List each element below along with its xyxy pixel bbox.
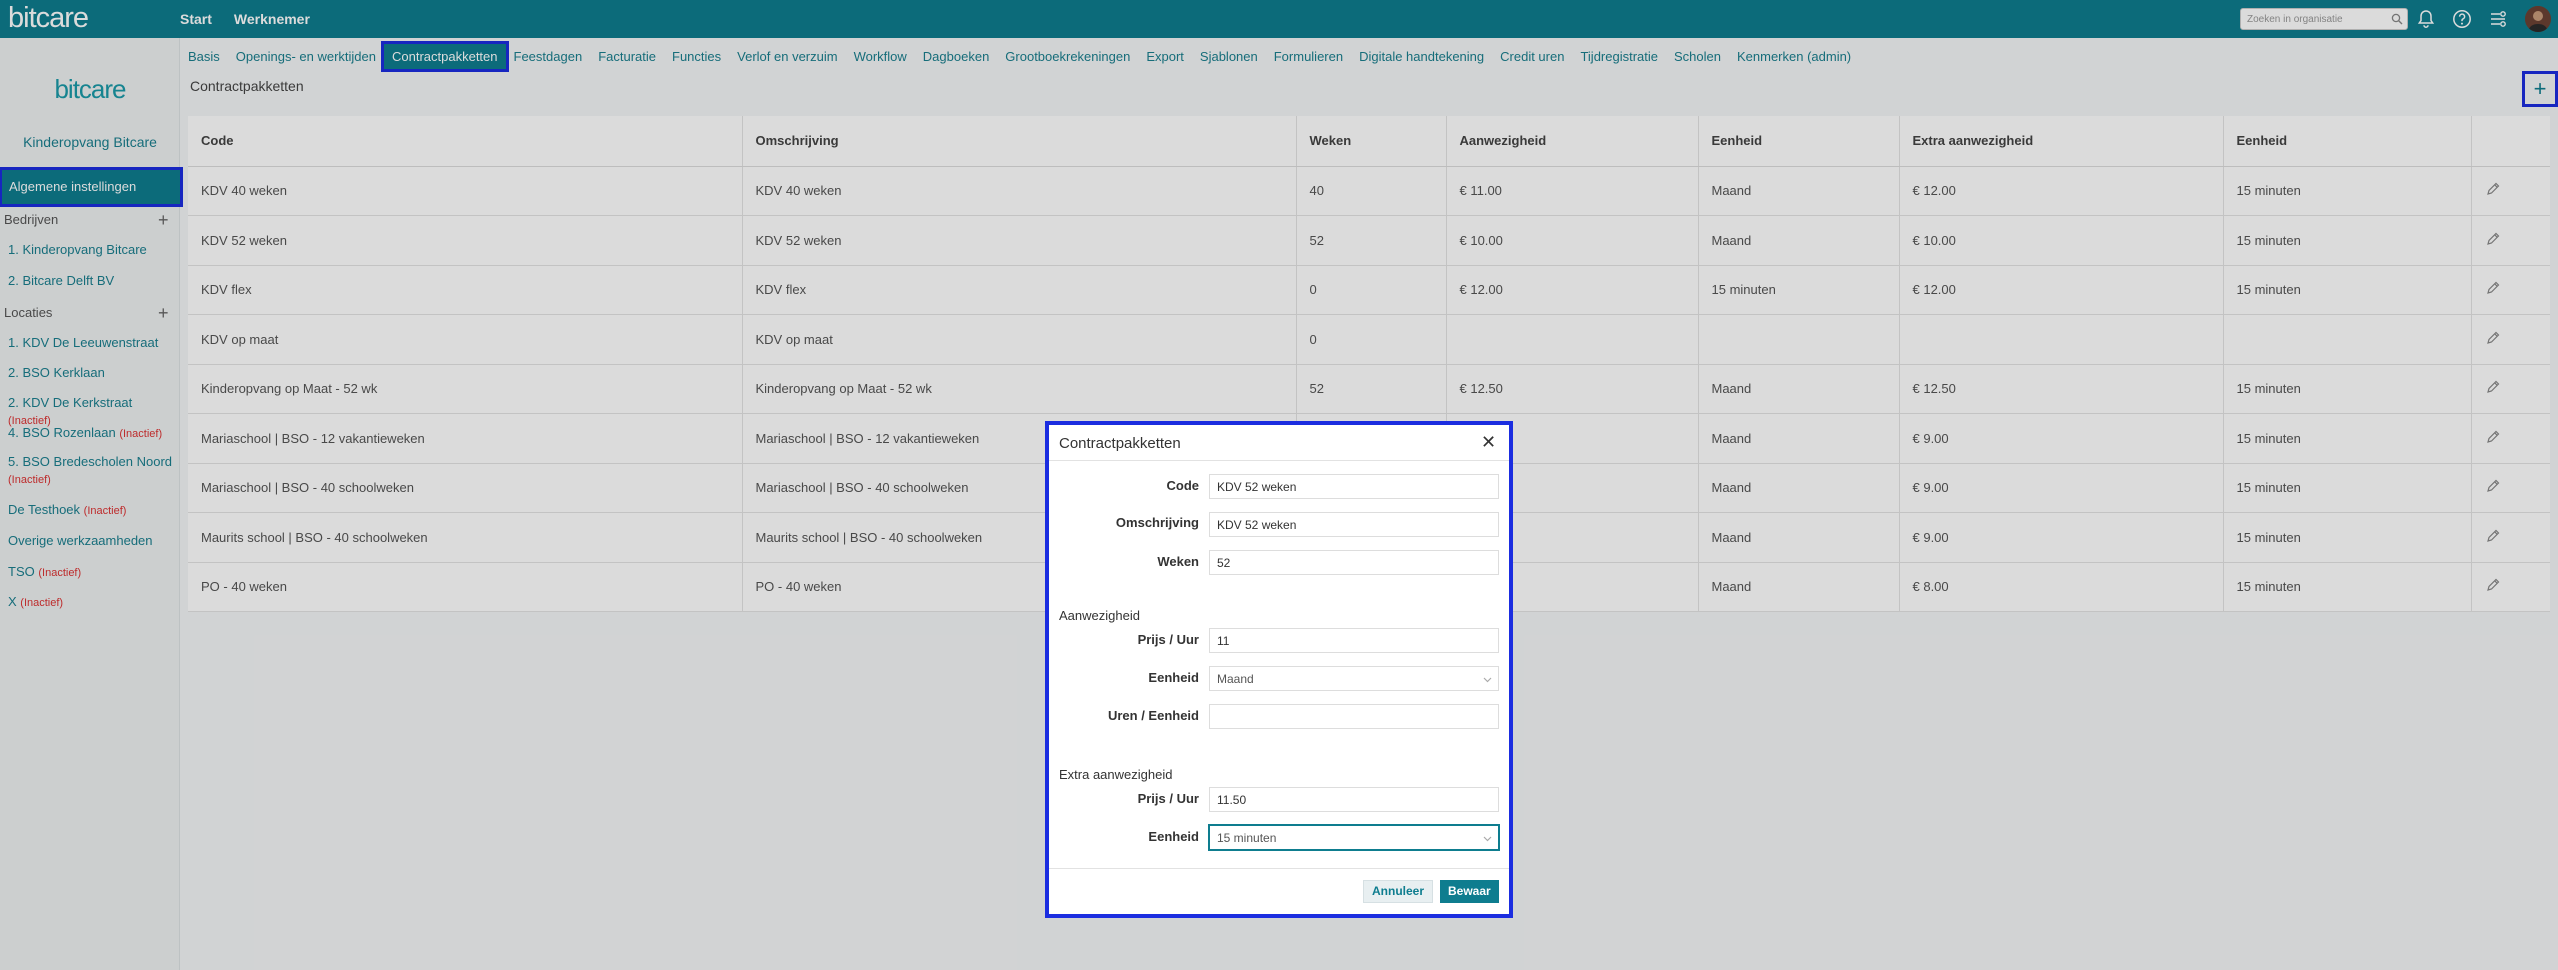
- close-icon[interactable]: ✕: [1481, 432, 1496, 453]
- extra-prijs-uur-input[interactable]: [1209, 787, 1499, 812]
- code-input[interactable]: [1209, 474, 1499, 499]
- extra-eenheid-selected-value: 15 minuten: [1217, 831, 1277, 845]
- uren-eenheid-label: Uren / Eenheid: [1107, 708, 1199, 723]
- extra-prijs-uur-label: Prijs / Uur: [1137, 791, 1199, 806]
- prijs-uur-input[interactable]: [1209, 628, 1499, 653]
- omschrijving-input[interactable]: [1209, 512, 1499, 537]
- extra-eenheid-select[interactable]: 15 minuten: [1209, 825, 1499, 850]
- contract-edit-dialog: Contractpakketten ✕ Code Omschrijving We…: [1045, 421, 1513, 918]
- save-button[interactable]: Bewaar: [1440, 880, 1499, 903]
- dialog-title: Contractpakketten: [1059, 435, 1181, 452]
- eenheid-label: Eenheid: [1148, 670, 1199, 685]
- extra-aanwezigheid-section-title: Extra aanwezigheid: [1059, 767, 1173, 782]
- extra-eenheid-label: Eenheid: [1148, 829, 1199, 844]
- uren-eenheid-input[interactable]: [1209, 704, 1499, 729]
- weken-input[interactable]: [1209, 550, 1499, 575]
- eenheid-selected-value: Maand: [1217, 672, 1254, 686]
- chevron-down-icon: [1483, 836, 1492, 842]
- divider: [1049, 868, 1509, 869]
- chevron-down-icon: [1483, 677, 1492, 683]
- eenheid-select[interactable]: Maand: [1209, 666, 1499, 691]
- cancel-button[interactable]: Annuleer: [1363, 880, 1434, 903]
- prijs-uur-label: Prijs / Uur: [1137, 632, 1199, 647]
- aanwezigheid-section-title: Aanwezigheid: [1059, 608, 1140, 623]
- weken-label: Weken: [1157, 554, 1199, 569]
